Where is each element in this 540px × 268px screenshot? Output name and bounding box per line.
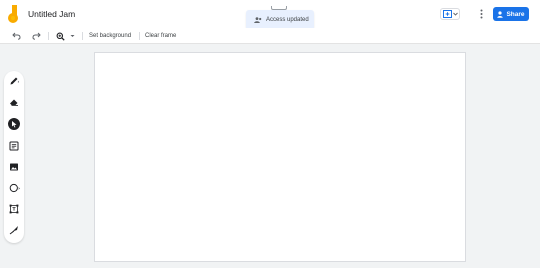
jamboard-logo [8,5,18,23]
clear-frame-button[interactable]: Clear frame [145,30,176,42]
zoom-dropdown[interactable] [70,30,75,42]
person-add-icon [497,10,504,18]
people-icon [254,17,262,23]
zoom-icon [56,32,65,41]
more-options-button[interactable] [478,8,484,20]
access-updated-toast: Access updated [246,10,314,30]
document-title[interactable]: Untitled Jam [28,9,75,19]
chevron-down-icon [452,12,458,16]
eraser-icon [10,99,18,106]
text-box-tool[interactable] [8,203,20,215]
undo-icon [12,32,21,40]
pen-icon [10,77,19,85]
laser-icon [9,226,18,235]
tool-palette [4,71,24,243]
present-button[interactable] [440,8,460,20]
set-background-label: Set background [89,33,132,39]
image-tool[interactable] [8,161,20,173]
toolbar-divider [48,32,49,40]
sticky-note-icon [9,141,19,151]
edit-toolbar: Set background Clear frame [0,28,540,44]
sticky-note-tool[interactable] [8,140,20,152]
text-box-icon [9,204,19,214]
more-vert-icon [480,9,482,19]
set-background-button[interactable]: Set background [89,30,131,42]
share-button[interactable]: Share [493,7,529,21]
zoom-button[interactable] [56,30,65,42]
select-tool[interactable] [8,118,20,130]
redo-button[interactable] [32,30,41,42]
image-icon [10,163,18,171]
pen-tool[interactable] [8,75,20,87]
whiteboard-canvas[interactable] [94,52,466,262]
toolbar-divider [139,32,140,40]
clear-frame-label: Clear frame [145,33,177,39]
caret-down-icon [70,35,75,37]
present-icon [442,10,452,18]
toolbar-divider [82,32,83,40]
circle-icon [9,183,20,193]
laser-tool[interactable] [8,224,20,236]
select-icon [12,121,17,128]
share-label: Share [506,10,525,18]
toast-text: Access updated [266,17,309,23]
undo-button[interactable] [12,30,21,42]
eraser-tool[interactable] [8,96,20,108]
shape-tool[interactable] [8,182,20,194]
redo-icon [32,32,41,40]
